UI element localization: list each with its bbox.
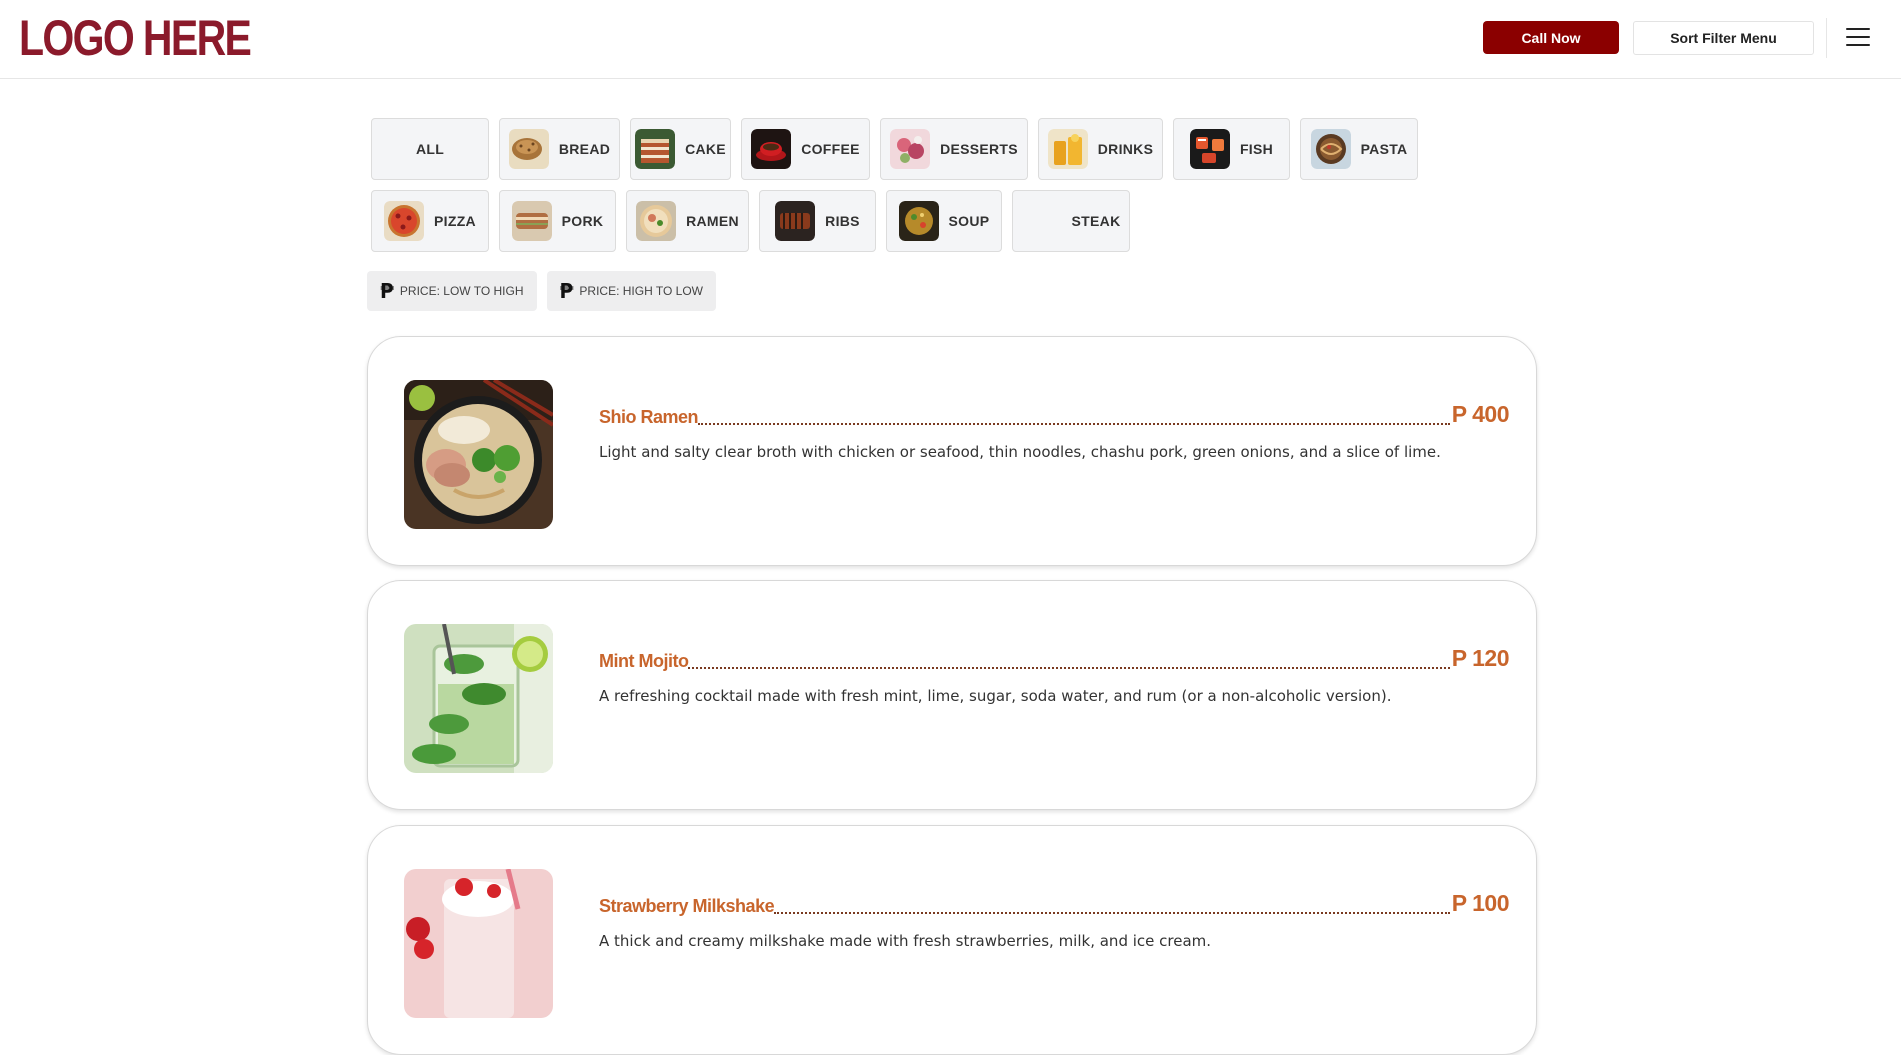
category-row: ALL BREAD CAKE COFFEE DESSERTS DRINKS FI… (371, 118, 1471, 180)
hamburger-menu-icon[interactable] (1846, 28, 1870, 46)
item-description: A refreshing cocktail made with fresh mi… (599, 687, 1392, 705)
category-label: COFFEE (801, 141, 860, 157)
card-title-row: Mint Mojito P 120 (599, 645, 1510, 672)
bread-thumb-icon (508, 129, 549, 169)
peso-icon: ₱ (380, 279, 394, 303)
category-ramen[interactable]: RAMEN (626, 190, 749, 252)
sort-filter-menu-button[interactable]: Sort Filter Menu (1633, 21, 1814, 55)
strawberry-milkshake-image (404, 869, 553, 1018)
category-label: PORK (561, 213, 604, 229)
category-pizza[interactable]: PIZZA (371, 190, 489, 252)
category-label: ALL (415, 141, 445, 157)
category-cake[interactable]: CAKE (630, 118, 731, 180)
category-label: DRINKS (1097, 141, 1154, 157)
pizza-thumb-icon (384, 201, 425, 241)
cake-thumb-icon (635, 129, 676, 169)
price-low-to-high-button[interactable]: ₱ PRICE: LOW TO HIGH (367, 271, 537, 311)
category-label: PASTA (1360, 141, 1408, 157)
category-fish[interactable]: FISH (1173, 118, 1290, 180)
menu-item-card[interactable]: Strawberry Milkshake P 100 A thick and c… (367, 825, 1537, 1055)
soup-thumb-icon (898, 201, 939, 241)
category-label: RAMEN (686, 213, 739, 229)
coffee-thumb-icon (751, 129, 792, 169)
card-title-row: Shio Ramen P 400 (599, 401, 1510, 428)
item-price: P 100 (1451, 890, 1510, 916)
category-label: CAKE (685, 141, 726, 157)
category-row: PIZZA PORK RAMEN RIBS SOUP STEAK (371, 190, 1471, 252)
price-sort-label: PRICE: HIGH TO LOW (579, 284, 703, 298)
menu-item-card[interactable]: Shio Ramen P 400 Light and salty clear b… (367, 336, 1537, 566)
menu-item-card[interactable]: Mint Mojito P 120 A refreshing cocktail … (367, 580, 1537, 810)
category-label: FISH (1239, 141, 1274, 157)
price-sort-label: PRICE: LOW TO HIGH (399, 284, 524, 298)
item-description: Light and salty clear broth with chicken… (599, 443, 1441, 461)
logo[interactable]: LOGO HERE (19, 12, 252, 64)
category-pork[interactable]: PORK (499, 190, 616, 252)
item-price: P 400 (1451, 401, 1510, 427)
category-label: SOUP (948, 213, 990, 229)
card-title-row: Strawberry Milkshake P 100 (599, 890, 1510, 917)
price-high-to-low-button[interactable]: ₱ PRICE: HIGH TO LOW (546, 271, 716, 311)
desserts-thumb-icon (890, 129, 931, 169)
ramen-thumb-icon (636, 201, 677, 241)
category-soup[interactable]: SOUP (886, 190, 1002, 252)
category-coffee[interactable]: COFFEE (741, 118, 870, 180)
category-all[interactable]: ALL (371, 118, 489, 180)
pasta-thumb-icon (1310, 129, 1351, 169)
category-steak[interactable]: STEAK (1012, 190, 1130, 252)
ribs-thumb-icon (775, 201, 816, 241)
call-now-button[interactable]: Call Now (1483, 21, 1619, 54)
category-label: PIZZA (434, 213, 476, 229)
peso-icon: ₱ (559, 279, 574, 303)
leader-dots (688, 667, 1450, 669)
drinks-thumb-icon (1047, 129, 1088, 169)
price-sort-group: ₱ PRICE: LOW TO HIGH ₱ PRICE: HIGH TO LO… (367, 271, 716, 311)
item-description: A thick and creamy milkshake made with f… (599, 932, 1212, 950)
steak-thumb-placeholder (1022, 201, 1062, 241)
leader-dots (774, 912, 1450, 914)
category-desserts[interactable]: DESSERTS (880, 118, 1028, 180)
category-filter: ALL BREAD CAKE COFFEE DESSERTS DRINKS FI… (371, 118, 1471, 262)
item-name: Strawberry Milkshake (599, 896, 775, 916)
category-bread[interactable]: BREAD (499, 118, 620, 180)
fish-thumb-icon (1189, 129, 1230, 169)
header: LOGO HERE Call Now Sort Filter Menu (0, 0, 1901, 79)
leader-dots (698, 423, 1450, 425)
category-drinks[interactable]: DRINKS (1038, 118, 1163, 180)
pork-thumb-icon (511, 201, 552, 241)
category-label: DESSERTS (940, 141, 1018, 157)
shio-ramen-image (404, 380, 553, 529)
category-pasta[interactable]: PASTA (1300, 118, 1418, 180)
category-label: STEAK (1071, 213, 1121, 229)
category-ribs[interactable]: RIBS (759, 190, 876, 252)
item-name: Shio Ramen (599, 407, 699, 427)
category-label: RIBS (825, 213, 860, 229)
item-name: Mint Mojito (599, 651, 689, 671)
mint-mojito-image (404, 624, 553, 773)
header-divider (1826, 18, 1827, 58)
category-label: BREAD (558, 141, 611, 157)
item-price: P 120 (1451, 645, 1510, 671)
